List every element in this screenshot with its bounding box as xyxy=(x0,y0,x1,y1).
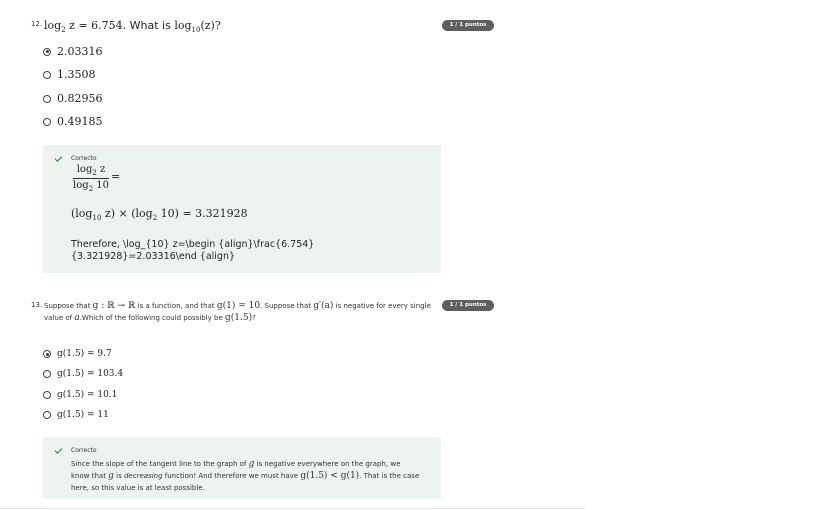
radio[interactable] xyxy=(43,117,51,126)
feedback-equation: (log10 z) × (log2 10) = 3.321928 xyxy=(71,207,248,223)
points-badge: 1 / 1 puntos xyxy=(442,300,494,311)
fraction: log2 z log2 10 xyxy=(73,164,109,193)
question-number: 12. xyxy=(31,20,43,28)
check-icon xyxy=(54,154,63,162)
feedback-box: Correcto Since the slope of the tangent … xyxy=(43,437,441,499)
points-badge: 1 / 1 puntos xyxy=(442,20,494,31)
option-1[interactable]: g(1.5) = 103.4 xyxy=(43,369,123,379)
radio[interactable] xyxy=(43,70,51,79)
option-0[interactable]: g(1.5) = 9.7 xyxy=(43,349,112,359)
feedback-label: Correcto xyxy=(71,447,97,454)
feedback-explanation: Since the slope of the tangent line to t… xyxy=(71,459,420,492)
feedback-explanation: Therefore, \log_{10} z=\begin {align}\fr… xyxy=(71,239,315,262)
question-prompt: log2 z = 6.754. What is log10(z)? xyxy=(44,19,221,35)
radio-selected[interactable] xyxy=(43,47,51,56)
option-3[interactable]: g(1.5) = 11 xyxy=(43,410,109,420)
radio[interactable] xyxy=(43,94,51,103)
option-3[interactable]: 0.49185 xyxy=(43,115,103,128)
radio[interactable] xyxy=(43,411,51,419)
option-2[interactable]: g(1.5) = 10.1 xyxy=(43,390,117,400)
question-number: 13. xyxy=(31,301,43,309)
check-icon xyxy=(54,446,63,454)
radio[interactable] xyxy=(43,370,51,378)
radio-selected[interactable] xyxy=(43,350,51,358)
divider xyxy=(0,508,585,509)
option-2[interactable]: 0.82956 xyxy=(43,92,103,105)
question-prompt: Suppose that g : ℝ → ℝ is a function, an… xyxy=(44,301,431,323)
equals-sign: = xyxy=(111,170,121,183)
feedback-label: Correcto xyxy=(71,155,97,162)
radio[interactable] xyxy=(43,391,51,399)
feedback-box: Correcto log2 z log2 10 = (log10 z) × (l… xyxy=(43,145,441,273)
option-1[interactable]: 1.3508 xyxy=(43,68,96,81)
option-0[interactable]: 2.03316 xyxy=(43,45,103,58)
